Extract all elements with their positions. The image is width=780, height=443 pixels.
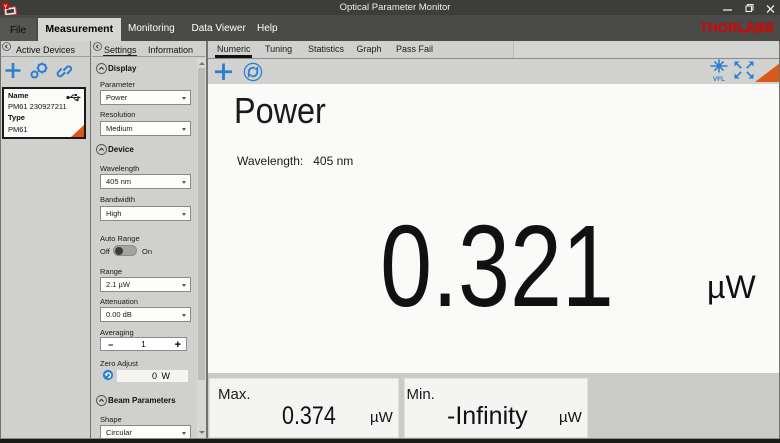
svg-text:VFL: VFL	[713, 76, 725, 82]
svg-text:Y: Y	[4, 4, 8, 10]
